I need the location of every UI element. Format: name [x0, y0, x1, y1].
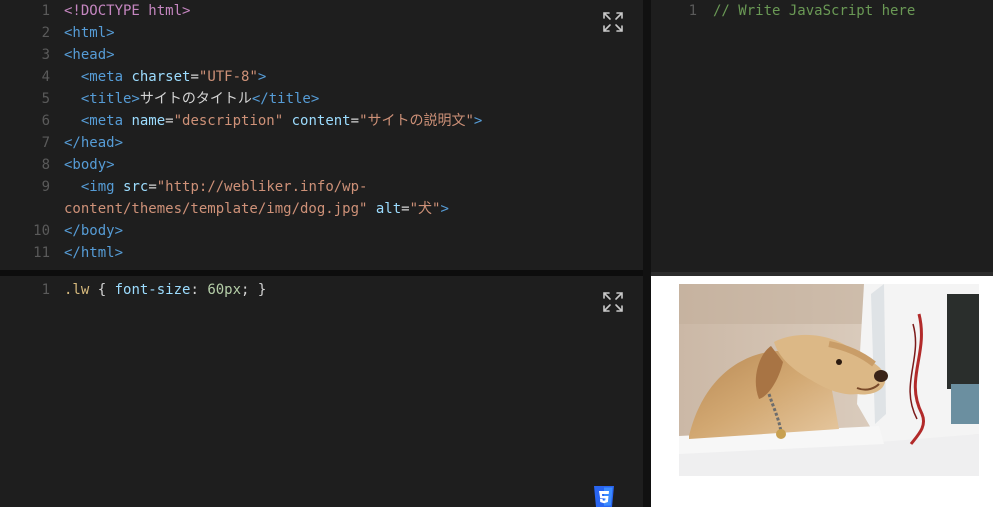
line-number: 11 — [33, 245, 50, 261]
css-editor-pane[interactable]: 1 .lw { font-size: 60px; } — [0, 276, 643, 507]
code-token: "description" — [173, 113, 284, 129]
code-line[interactable]: 1 <!DOCTYPE html> — [0, 0, 643, 22]
code-text[interactable]: <img src="http://webliker.info/wp- — [64, 176, 368, 198]
code-token: // Write JavaScript here — [713, 3, 916, 19]
code-text[interactable]: <meta charset="UTF-8"> — [64, 66, 267, 88]
code-line[interactable]: 1 // Write JavaScript here — [651, 0, 993, 22]
code-text[interactable]: // Write JavaScript here — [713, 0, 915, 22]
editor-divider-vertical[interactable] — [643, 0, 651, 507]
line-number: 7 — [41, 135, 50, 151]
css-code-area[interactable]: 1 .lw { font-size: 60px; } — [0, 279, 643, 301]
line-number: 8 — [41, 157, 50, 173]
code-line[interactable]: content/themes/template/img/dog.jpg" alt… — [0, 198, 643, 220]
code-token: = — [165, 113, 174, 129]
code-text[interactable]: <title>サイトのタイトル</title> — [64, 88, 319, 110]
line-number: 3 — [41, 47, 50, 63]
html-code-area[interactable]: 1 <!DOCTYPE html> 2 <html> 3 <head> 4 <meta ch… — [0, 0, 643, 264]
line-number: 10 — [33, 223, 50, 239]
code-line[interactable]: 9 <img src="http://webliker.info/wp- — [0, 176, 643, 198]
code-line[interactable]: 8 <body> — [0, 154, 643, 176]
code-token: content/themes/template/img/dog.jpg" — [64, 201, 368, 217]
code-text[interactable]: <head> — [64, 44, 115, 66]
code-text[interactable]: </head> — [64, 132, 123, 154]
code-text[interactable]: <!DOCTYPE html> — [64, 0, 190, 22]
code-text[interactable]: content/themes/template/img/dog.jpg" alt… — [64, 198, 449, 220]
code-token: font-size — [114, 282, 191, 298]
code-text[interactable]: .lw { font-size: 60px; } — [64, 279, 266, 301]
code-token: > — [257, 69, 267, 85]
code-text[interactable]: <html> — [64, 22, 115, 44]
code-text[interactable]: </body> — [64, 220, 123, 242]
code-token: <!DOCTYPE html> — [64, 3, 191, 19]
code-token: <body> — [64, 157, 115, 173]
code-token: charset — [131, 69, 191, 85]
code-token: "http://webliker.info/wp- — [156, 179, 368, 195]
code-line[interactable]: 1 .lw { font-size: 60px; } — [0, 279, 643, 301]
code-token: { — [89, 282, 115, 298]
code-token: > — [440, 201, 449, 217]
code-line[interactable]: 3 <head> — [0, 44, 643, 66]
css3-icon — [592, 486, 616, 507]
code-token: > — [473, 113, 483, 129]
code-token: ; } — [241, 282, 267, 298]
code-text[interactable]: <body> — [64, 154, 115, 176]
code-token: <img — [64, 179, 124, 195]
code-token: src — [123, 179, 149, 195]
code-token: name — [131, 113, 166, 129]
code-token: : — [190, 282, 208, 298]
code-line[interactable]: 6 <meta name="description" content="サイトの… — [0, 110, 643, 132]
code-token: "犬" — [409, 201, 441, 217]
line-number: 4 — [41, 69, 50, 85]
code-token: サイトのタイトル — [139, 91, 252, 107]
code-token: alt — [375, 201, 402, 217]
code-token: = — [350, 113, 360, 129]
code-line[interactable]: 10 </body> — [0, 220, 643, 242]
line-number: 5 — [41, 91, 50, 107]
dog-image — [679, 284, 979, 476]
code-token: </title> — [251, 91, 320, 107]
line-number: 1 — [41, 282, 50, 298]
code-token: = — [190, 69, 199, 85]
code-token: <title> — [64, 91, 140, 107]
code-token: <meta — [64, 113, 132, 129]
code-line[interactable]: 5 <title>サイトのタイトル</title> — [0, 88, 643, 110]
code-token: </html> — [64, 245, 124, 261]
code-token: <head> — [64, 47, 115, 63]
html-editor-pane[interactable]: 1 <!DOCTYPE html> 2 <html> 3 <head> 4 <meta ch… — [0, 0, 643, 270]
code-line[interactable]: 4 <meta charset="UTF-8"> — [0, 66, 643, 88]
code-token: <html> — [64, 25, 115, 41]
code-token: .lw — [64, 282, 90, 298]
code-token: 60px — [207, 282, 242, 298]
line-number: 1 — [688, 3, 697, 19]
preview-pane — [651, 276, 993, 507]
expand-icon[interactable] — [601, 290, 625, 314]
code-token: content — [291, 113, 351, 129]
code-token: = — [148, 179, 157, 195]
expand-icon[interactable] — [601, 10, 625, 34]
code-token: "UTF-8" — [198, 69, 258, 85]
js-editor-pane[interactable]: 1 // Write JavaScript here — [651, 0, 993, 272]
code-token: "サイトの説明文" — [359, 113, 474, 129]
code-token: = — [401, 201, 410, 217]
code-text[interactable]: <meta name="description" content="サイトの説明… — [64, 110, 483, 132]
line-number: 9 — [41, 179, 50, 195]
line-number: 2 — [41, 25, 50, 41]
js-code-area[interactable]: 1 // Write JavaScript here — [651, 0, 993, 22]
code-line[interactable]: 7 </head> — [0, 132, 643, 154]
code-line[interactable]: 11 </html> — [0, 242, 643, 264]
code-token: <meta — [64, 69, 132, 85]
line-number: 6 — [41, 113, 50, 129]
line-number: 1 — [41, 3, 50, 19]
code-token: </head> — [64, 135, 124, 151]
code-text[interactable]: </html> — [64, 242, 123, 264]
code-line[interactable]: 2 <html> — [0, 22, 643, 44]
code-token: </body> — [64, 223, 124, 239]
